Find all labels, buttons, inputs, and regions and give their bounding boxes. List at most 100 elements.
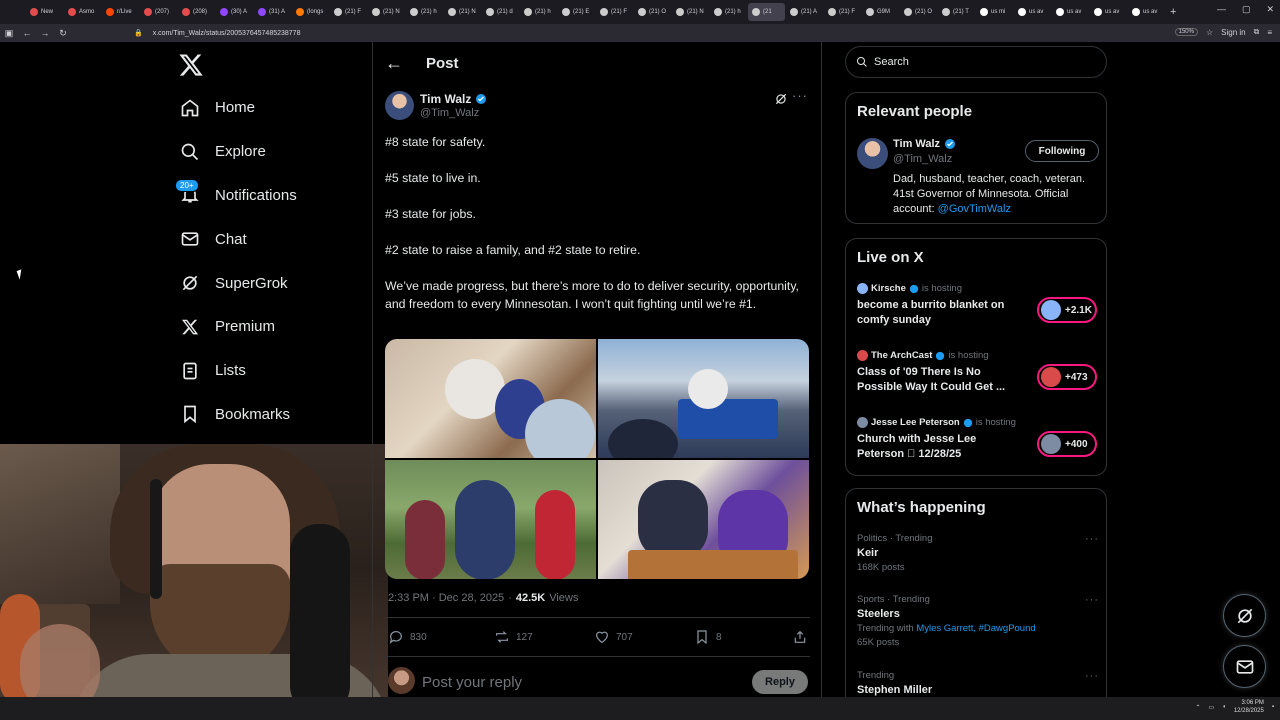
person-handle[interactable]: @Tim_Walz — [893, 153, 952, 165]
more-options-icon[interactable]: ··· — [792, 88, 808, 103]
post-photo[interactable] — [385, 339, 596, 458]
nav-item-premium[interactable]: Premium — [178, 305, 368, 349]
avatar[interactable] — [385, 91, 414, 120]
nav-item-bookmarks[interactable]: Bookmarks — [178, 393, 368, 437]
back-icon[interactable]: ← — [18, 28, 36, 38]
browser-tab[interactable]: (31) A — [254, 3, 291, 21]
grok-fab-button[interactable] — [1223, 594, 1266, 637]
account-button[interactable]: Sign in — [1221, 28, 1245, 37]
tray-chevron-icon[interactable]: ⌃ — [1196, 704, 1201, 711]
more-options-icon[interactable]: ··· — [1085, 594, 1099, 606]
browser-tab[interactable]: r/Live — [102, 3, 139, 21]
trend-item[interactable]: Politics · Trending Keir 168K posts ··· — [857, 533, 1099, 573]
reply-action[interactable]: 830 — [388, 629, 494, 645]
browser-tab[interactable]: (21) h — [406, 3, 443, 21]
browser-tab[interactable]: (21) T — [938, 3, 975, 21]
volume-icon[interactable]: ◖ — [1222, 704, 1226, 710]
browser-tab[interactable]: (21) F — [824, 3, 861, 21]
post-photo[interactable] — [598, 339, 809, 458]
browser-tab[interactable]: (21) h — [710, 3, 747, 21]
reply-input[interactable]: Post your reply — [422, 674, 522, 691]
trend-item[interactable]: Trending Stephen Miller ··· — [857, 670, 1099, 696]
avatar[interactable] — [857, 138, 888, 169]
nav-item-supergrok[interactable]: SuperGrok — [178, 261, 368, 305]
browser-tab[interactable]: (21) A — [786, 3, 823, 21]
forward-icon[interactable]: → — [36, 28, 54, 38]
browser-tab[interactable]: (207) — [140, 3, 177, 21]
extensions-icon[interactable]: ⧉ — [1254, 27, 1260, 37]
live-item[interactable]: Jesse Lee Peterson is hosting Church wit… — [857, 417, 1097, 473]
browser-tab[interactable]: G9M — [862, 3, 899, 21]
post-timestamp[interactable]: 2:33 PM · Dec 28, 2025 — [388, 592, 504, 604]
bookmark-action[interactable]: 8 — [694, 629, 792, 645]
browser-tab[interactable]: us mi — [976, 3, 1013, 21]
browser-tab[interactable]: Asmo — [64, 3, 101, 21]
messages-fab-button[interactable] — [1223, 645, 1266, 688]
browser-tab[interactable]: New — [26, 3, 63, 21]
listener-pill[interactable]: +400 — [1037, 431, 1097, 457]
post-photo[interactable] — [598, 460, 809, 579]
browser-tab[interactable]: (21) E — [558, 3, 595, 21]
reply-button[interactable]: Reply — [752, 670, 808, 694]
author-name[interactable]: Tim Walz — [420, 92, 487, 106]
nav-item-notifications[interactable]: 20+ Notifications — [175, 174, 368, 218]
close-icon[interactable]: ✕ — [1266, 4, 1274, 15]
browser-tab[interactable]: (21) N — [672, 3, 709, 21]
nav-item-chat[interactable]: Chat — [178, 217, 368, 261]
sidebar-toggle-icon[interactable]: ▣ — [0, 28, 18, 39]
clock[interactable]: 3:06 PM 12/28/2025 — [1234, 699, 1264, 715]
post-header: ← Post — [373, 42, 821, 84]
browser-tab[interactable]: us av — [1090, 3, 1127, 21]
browser-tab[interactable]: (21 — [748, 3, 785, 21]
notification-icon[interactable]: ▪ — [1272, 704, 1274, 710]
browser-tab[interactable]: us av — [1014, 3, 1051, 21]
browser-tab[interactable]: (208) — [178, 3, 215, 21]
trend-item[interactable]: Sports · Trending Steelers Trending with… — [857, 594, 1099, 648]
new-tab-button[interactable]: + — [1170, 6, 1176, 18]
bio-link[interactable]: @GovTimWalz — [938, 203, 1011, 215]
person-name[interactable]: Tim Walz — [893, 138, 956, 150]
search-input[interactable]: Search — [845, 46, 1107, 78]
nav-item-home[interactable]: Home — [178, 86, 368, 130]
star-icon[interactable]: ☆ — [1206, 28, 1213, 37]
repost-action[interactable]: 127 — [494, 629, 594, 645]
live-item[interactable]: Kirsche is hosting become a burrito blan… — [857, 283, 1097, 339]
like-action[interactable]: 707 — [594, 629, 694, 645]
nav-item-lists[interactable]: Lists — [178, 349, 368, 393]
browser-tab[interactable]: (longs — [292, 3, 329, 21]
network-icon[interactable]: ▭ — [1209, 704, 1215, 711]
address-bar[interactable]: 🔒 x.com/Tim_Walz/status/2005376457485238… — [134, 26, 1134, 40]
browser-tab[interactable]: (21) F — [596, 3, 633, 21]
following-button[interactable]: Following — [1025, 140, 1099, 162]
browser-tab[interactable]: us av — [1128, 3, 1165, 21]
minimize-icon[interactable]: — — [1217, 4, 1226, 15]
more-options-icon[interactable]: ··· — [1085, 670, 1099, 682]
listener-pill[interactable]: +2.1K — [1037, 297, 1097, 323]
author-handle[interactable]: @Tim_Walz — [420, 107, 479, 119]
reload-icon[interactable]: ↻ — [54, 28, 72, 39]
browser-tab[interactable]: (21) O — [900, 3, 937, 21]
nav-item-explore[interactable]: Explore — [178, 130, 368, 174]
live-item[interactable]: The ArchCast is hosting Class of '09 The… — [857, 350, 1097, 406]
browser-tab[interactable]: (30) A — [216, 3, 253, 21]
browser-tab[interactable]: (21) O — [634, 3, 671, 21]
more-options-icon[interactable]: ··· — [1085, 533, 1099, 545]
browser-tab[interactable]: (21) N — [368, 3, 405, 21]
back-arrow-icon[interactable]: ← — [376, 53, 412, 74]
grok-icon[interactable] — [774, 92, 788, 106]
browser-tab[interactable]: (21) h — [520, 3, 557, 21]
x-logo-icon[interactable] — [178, 52, 204, 78]
browser-tab[interactable]: (21) d — [482, 3, 519, 21]
share-action[interactable] — [792, 629, 808, 645]
zoom-level[interactable]: 150% — [1174, 28, 1198, 36]
maximize-icon[interactable]: ▢ — [1242, 4, 1251, 15]
menu-icon[interactable]: ≡ — [1267, 28, 1272, 37]
search-placeholder: Search — [874, 56, 909, 68]
trend-with-links[interactable]: Myles Garrett, #DawgPound — [916, 623, 1035, 634]
listener-pill[interactable]: +473 — [1037, 364, 1097, 390]
browser-tab[interactable]: us av — [1052, 3, 1089, 21]
nav-label: Explore — [215, 143, 266, 161]
post-photo[interactable] — [385, 460, 596, 579]
browser-tab[interactable]: (21) N — [444, 3, 481, 21]
browser-tab[interactable]: (21) F — [330, 3, 367, 21]
